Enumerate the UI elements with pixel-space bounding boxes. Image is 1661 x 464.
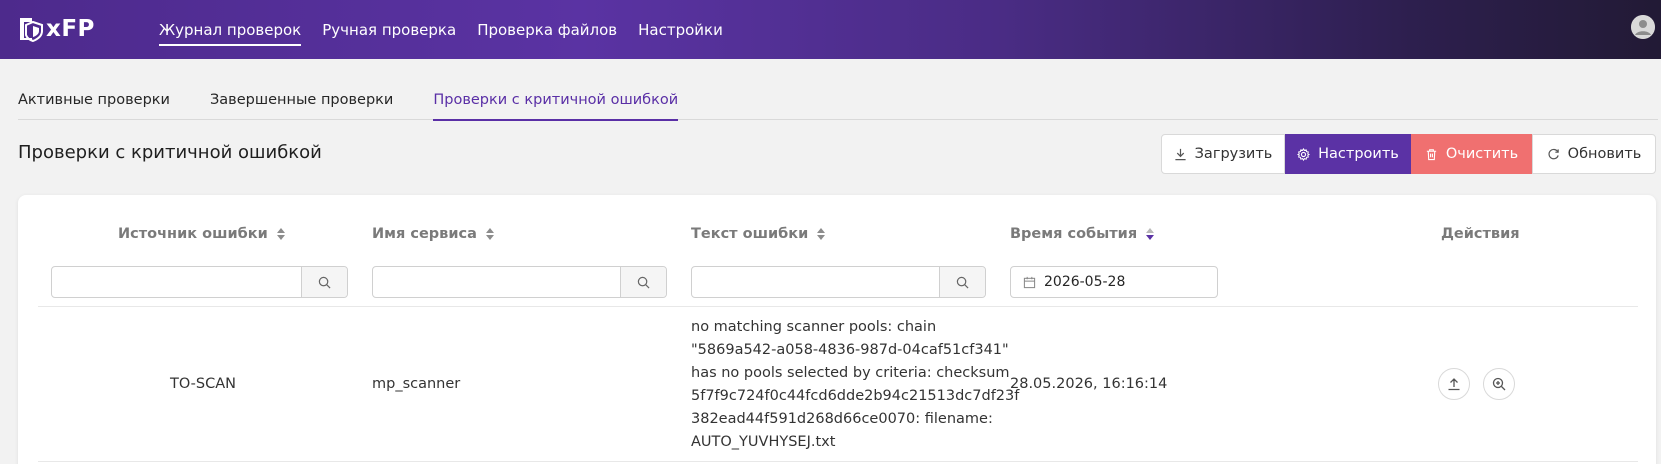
main-nav: Журнал проверок Ручная проверка Проверка… <box>159 0 744 59</box>
shield-logo-icon <box>20 18 43 42</box>
sort-icon <box>276 228 285 240</box>
service-filter-input[interactable] <box>373 267 620 297</box>
clear-button[interactable]: Очистить <box>1411 134 1532 174</box>
download-icon <box>1175 148 1186 160</box>
row-divider <box>38 306 1638 307</box>
refresh-icon <box>1548 148 1559 159</box>
nav-item-settings[interactable]: Настройки <box>638 17 723 43</box>
tab-critical-errors[interactable]: Проверки с критичной ошибкой <box>433 78 678 121</box>
tab-completed-checks[interactable]: Завершенные проверки <box>210 78 393 120</box>
row-upload-button[interactable] <box>1438 368 1470 400</box>
source-filter <box>51 266 348 298</box>
error-text-filter <box>691 266 986 298</box>
column-header-service[interactable]: Имя сервиса <box>372 226 495 242</box>
row-inspect-button[interactable] <box>1483 368 1515 400</box>
service-filter-search-button[interactable] <box>620 267 666 297</box>
row-divider <box>38 461 1638 462</box>
error-text-filter-input[interactable] <box>692 267 939 297</box>
upload-button-label: Загрузить <box>1194 146 1273 162</box>
configure-button[interactable]: Настроить <box>1285 134 1411 174</box>
date-filter-input[interactable]: 2026-05-28 <box>1010 266 1218 298</box>
service-filter <box>372 266 667 298</box>
search-icon <box>318 276 331 288</box>
clear-button-label: Очистить <box>1445 146 1519 162</box>
row-error-text-cell: no matching scanner pools: chain "5869a5… <box>691 319 1020 450</box>
gear-icon <box>1297 147 1311 161</box>
calendar-icon <box>1023 276 1036 288</box>
date-filter-value: 2026-05-28 <box>1044 274 1126 290</box>
app-logo[interactable]: xFP <box>18 14 95 44</box>
page-title: Проверки с критичной ошибкой <box>18 142 322 163</box>
tab-active-checks[interactable]: Активные проверки <box>18 78 170 120</box>
column-header-event-time[interactable]: Время события <box>1010 226 1155 242</box>
search-icon <box>637 276 650 288</box>
search-icon <box>956 276 969 288</box>
refresh-button-label: Обновить <box>1567 146 1642 162</box>
upload-icon <box>1448 378 1460 391</box>
toolbar: Загрузить Настроить Очистить Обновить <box>1161 134 1656 174</box>
trash-icon <box>1426 148 1437 160</box>
sort-icon <box>485 228 494 240</box>
column-header-error-text[interactable]: Текст ошибки <box>691 226 826 242</box>
error-text-filter-search-button[interactable] <box>939 267 985 297</box>
sort-icon <box>817 228 826 240</box>
user-icon <box>1631 15 1655 39</box>
source-filter-search-button[interactable] <box>301 267 347 297</box>
upload-button[interactable]: Загрузить <box>1161 134 1285 174</box>
source-filter-input[interactable] <box>52 267 301 297</box>
refresh-button[interactable]: Обновить <box>1532 134 1656 174</box>
nav-item-journal[interactable]: Журнал проверок <box>159 17 302 46</box>
sort-descending-icon <box>1146 228 1155 240</box>
avatar[interactable] <box>1631 15 1655 39</box>
zoom-in-icon <box>1492 377 1506 391</box>
column-header-actions: Действия <box>1441 226 1520 242</box>
row-source-cell: TO-SCAN <box>170 376 237 392</box>
top-navigation-bar: xFP Журнал проверок Ручная проверка Пров… <box>0 0 1661 59</box>
logo-text: xFP <box>46 16 95 42</box>
configure-button-label: Настроить <box>1318 146 1399 162</box>
nav-item-manual-check[interactable]: Ручная проверка <box>322 17 456 43</box>
tab-bar: Активные проверки Завершенные проверки П… <box>18 78 1658 121</box>
row-service-cell: mp_scanner <box>372 376 461 392</box>
column-header-source[interactable]: Источник ошибки <box>118 226 286 242</box>
nav-item-file-check[interactable]: Проверка файлов <box>477 17 617 43</box>
row-time-cell: 28.05.2026, 16:16:14 <box>1010 376 1168 392</box>
